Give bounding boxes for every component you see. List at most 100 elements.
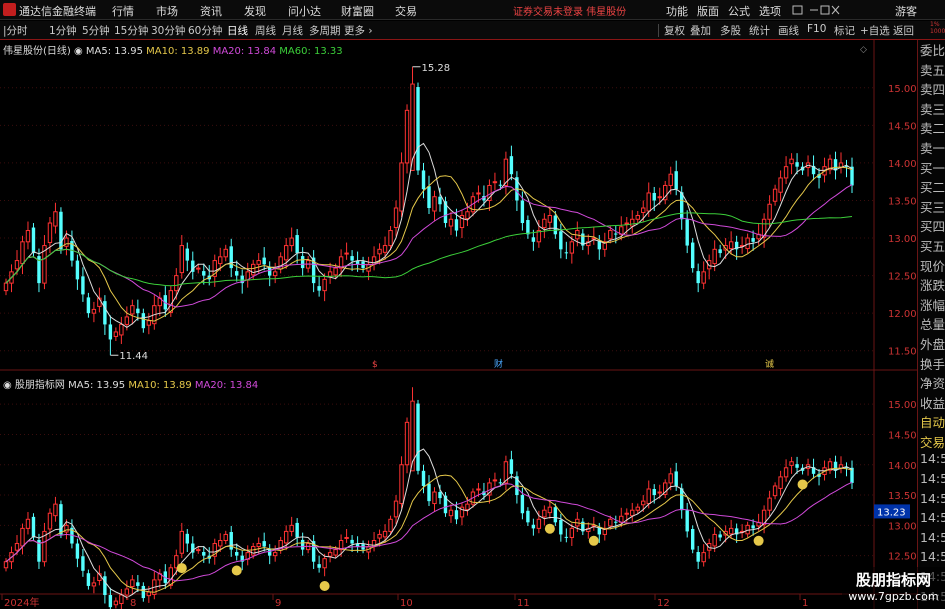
panel-item-24[interactable]: 14:56 bbox=[918, 510, 945, 530]
panel-item-25[interactable]: 14:56 bbox=[918, 530, 945, 550]
candle-body bbox=[262, 541, 266, 547]
period-monthly[interactable]: 月线 bbox=[282, 23, 303, 38]
window-controls-icon[interactable] bbox=[792, 4, 840, 16]
panel-item-14[interactable]: 总量 bbox=[918, 314, 945, 334]
btn-back[interactable]: 返回 bbox=[893, 23, 914, 38]
panel-item-23[interactable]: 14:56 bbox=[918, 491, 945, 511]
menu-news[interactable]: 资讯 bbox=[200, 3, 222, 19]
menu-formula[interactable]: 公式 bbox=[728, 3, 750, 19]
menu-trade[interactable]: 交易 bbox=[395, 3, 417, 19]
period-weekly[interactable]: 周线 bbox=[255, 23, 276, 38]
panel-item-1[interactable]: 卖五 bbox=[918, 60, 945, 80]
panel-item-0[interactable]: 委比 bbox=[918, 40, 945, 60]
menu-ask[interactable]: 问小达 bbox=[288, 3, 321, 19]
candle-body bbox=[168, 290, 174, 313]
btn-draw[interactable]: 画线 bbox=[778, 23, 799, 38]
candle-body bbox=[393, 500, 399, 518]
y-tick-label: 14.00 bbox=[888, 461, 917, 472]
candle-body bbox=[382, 530, 388, 538]
coin-icon bbox=[753, 535, 764, 546]
candle-body bbox=[81, 556, 85, 571]
period-15min[interactable]: 15分钟 bbox=[114, 23, 148, 38]
candle-body bbox=[608, 230, 613, 240]
btn-multi-stock[interactable]: 多股 bbox=[720, 23, 741, 38]
candle-body bbox=[454, 510, 459, 520]
panel-item-9[interactable]: 买四 bbox=[918, 216, 945, 236]
candle-body bbox=[251, 546, 256, 556]
candle-body bbox=[690, 242, 695, 269]
panel-item-10[interactable]: 买五 bbox=[918, 236, 945, 256]
sub-candles bbox=[3, 387, 854, 609]
candle-body bbox=[317, 286, 321, 291]
y-tick-label: 15.00 bbox=[888, 400, 917, 411]
panel-item-19[interactable]: 自动 bbox=[918, 412, 945, 432]
period-30min[interactable]: 30分钟 bbox=[151, 23, 185, 38]
btn-stats[interactable]: 统计 bbox=[749, 23, 770, 38]
panel-item-18[interactable]: 收益 bbox=[918, 393, 945, 413]
panel-item-3[interactable]: 卖三 bbox=[918, 99, 945, 119]
period-1min[interactable]: 1分钟 bbox=[49, 23, 77, 38]
candle-body bbox=[3, 561, 9, 569]
menu-options[interactable]: 选项 bbox=[759, 3, 781, 19]
menu-wealth-circle[interactable]: 财富圈 bbox=[341, 3, 374, 19]
candle-body bbox=[81, 276, 85, 295]
period-more[interactable]: 更多 › bbox=[344, 23, 373, 38]
candle-body bbox=[283, 245, 289, 261]
candle-body bbox=[608, 518, 613, 527]
panel-item-2[interactable]: 卖四 bbox=[918, 79, 945, 99]
btn-f10[interactable]: F10 bbox=[807, 23, 826, 35]
sub-ma5-line bbox=[5, 448, 853, 599]
candle-body bbox=[300, 256, 305, 269]
panel-item-13[interactable]: 涨幅 bbox=[918, 295, 945, 315]
panel-item-5[interactable]: 卖一 bbox=[918, 138, 945, 158]
panel-item-7[interactable]: 买二 bbox=[918, 177, 945, 197]
candle-body bbox=[31, 227, 36, 254]
candle-body bbox=[783, 467, 789, 478]
candle-body bbox=[256, 543, 261, 548]
candle-body bbox=[652, 489, 656, 496]
period-intraday[interactable]: |分时 bbox=[3, 23, 28, 38]
candle-body bbox=[772, 188, 778, 202]
btn-add-watchlist[interactable]: +自选 bbox=[860, 23, 890, 38]
panel-item-22[interactable]: 14:56 bbox=[918, 471, 945, 491]
panel-item-12[interactable]: 涨跌 bbox=[918, 275, 945, 295]
watermark-title: 股朋指标网 bbox=[855, 571, 931, 589]
btn-adjust[interactable]: 复权 bbox=[664, 23, 685, 38]
candle-body bbox=[795, 162, 799, 167]
candle-body bbox=[492, 479, 498, 482]
candle-body bbox=[690, 528, 695, 550]
btn-mark[interactable]: 标记 bbox=[834, 23, 855, 38]
menu-discover[interactable]: 发现 bbox=[244, 3, 266, 19]
btn-overlay[interactable]: 叠加 bbox=[690, 23, 711, 38]
panel-item-6[interactable]: 买一 bbox=[918, 158, 945, 178]
menu-market[interactable]: 市场 bbox=[156, 3, 178, 19]
candle-body bbox=[597, 241, 602, 250]
candle-body bbox=[614, 521, 618, 523]
period-60min[interactable]: 60分钟 bbox=[188, 23, 222, 38]
panel-item-4[interactable]: 卖二 bbox=[918, 118, 945, 138]
menu-function[interactable]: 功能 bbox=[666, 3, 688, 19]
candle-body bbox=[91, 308, 97, 314]
candle-body bbox=[542, 218, 547, 229]
y-tick-label: 11.50 bbox=[888, 347, 917, 358]
candle-body bbox=[751, 238, 755, 242]
panel-item-20[interactable]: 交易 bbox=[918, 432, 945, 452]
menu-guest[interactable]: 游客 bbox=[895, 3, 917, 19]
period-multi[interactable]: 多周期 bbox=[309, 23, 341, 38]
period-daily[interactable]: 日线 bbox=[227, 23, 248, 38]
trade-login-notice[interactable]: 证券交易未登录 伟星股份 bbox=[513, 3, 626, 18]
kline-chart[interactable]: 15.00 14.50 14.00 13.50 13.00 12.50 12.00 11.50… bbox=[0, 40, 917, 609]
menu-market-quotes[interactable]: 行情 bbox=[112, 3, 134, 19]
period-5min[interactable]: 5分钟 bbox=[82, 23, 110, 38]
panel-item-11[interactable]: 现价 bbox=[918, 256, 945, 276]
coin-icon bbox=[319, 581, 330, 591]
panel-item-8[interactable]: 买三 bbox=[918, 197, 945, 217]
menu-layout[interactable]: 版面 bbox=[697, 3, 719, 19]
panel-item-16[interactable]: 换手 bbox=[918, 354, 945, 374]
candle-body bbox=[130, 305, 135, 315]
candle-body bbox=[421, 470, 426, 486]
panel-item-15[interactable]: 外盘 bbox=[918, 334, 945, 354]
candle-body bbox=[454, 219, 459, 231]
panel-item-17[interactable]: 净资 bbox=[918, 373, 945, 393]
panel-item-21[interactable]: 14:56 bbox=[918, 451, 945, 471]
